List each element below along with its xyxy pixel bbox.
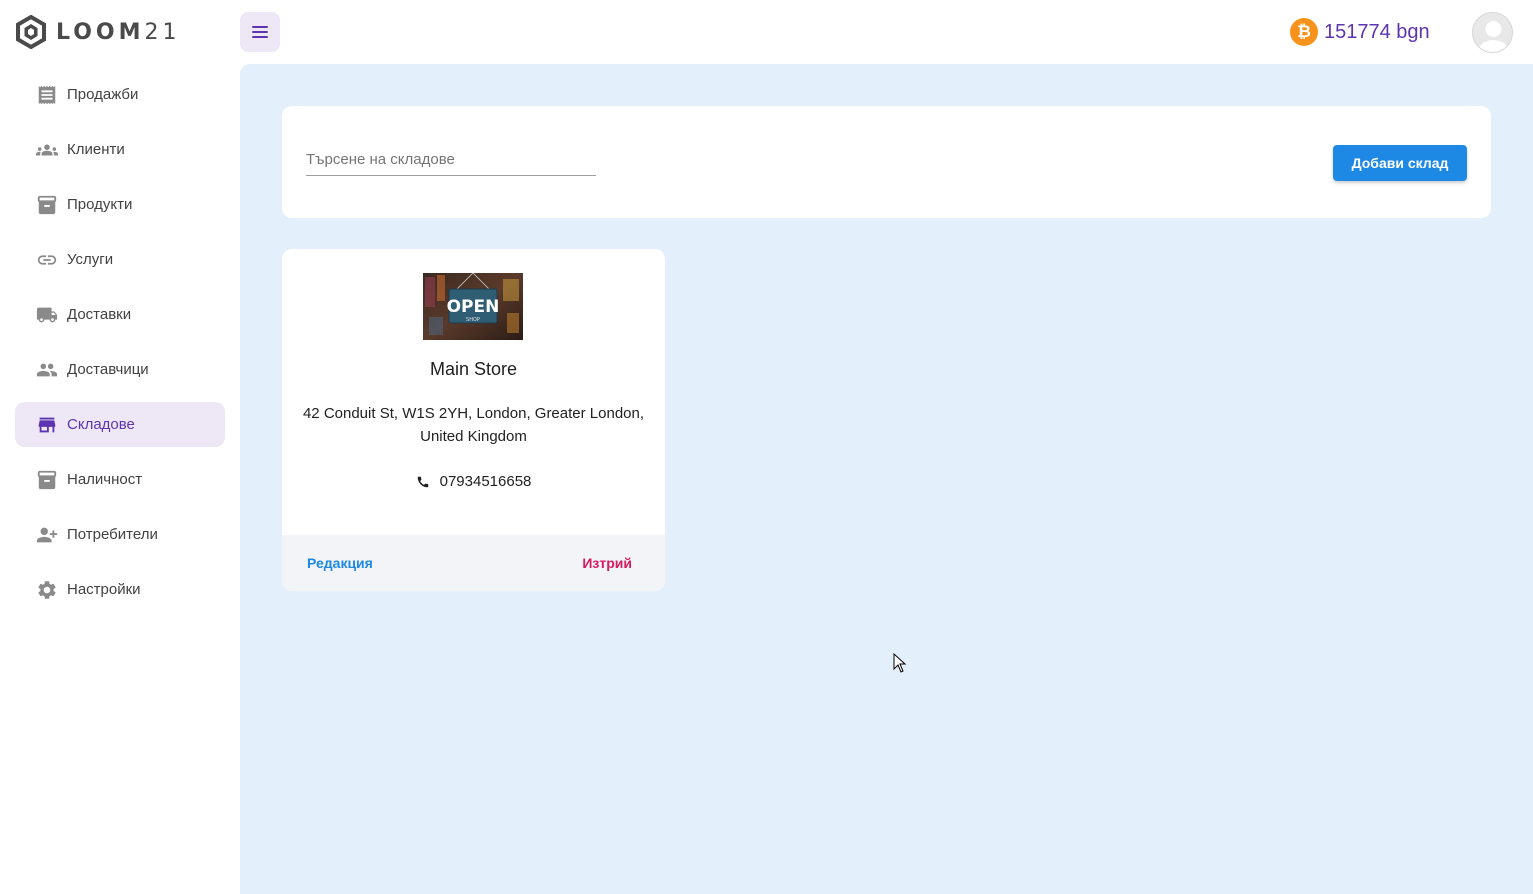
people-icon bbox=[35, 138, 59, 162]
logo[interactable]: LOOM21 bbox=[14, 14, 181, 50]
card-footer: Редакция Изтрий bbox=[282, 535, 665, 591]
sidebar-item-users[interactable]: Потребители bbox=[15, 512, 225, 557]
sidebar-item-inventory[interactable]: Наличност bbox=[15, 457, 225, 502]
group-icon bbox=[35, 358, 59, 382]
logo-text: LOOM21 bbox=[56, 19, 181, 45]
bitcoin-icon: ₿ bbox=[1290, 18, 1318, 46]
hamburger-icon bbox=[252, 26, 268, 38]
sidebar-item-label: Продажби bbox=[67, 86, 139, 103]
link-icon bbox=[35, 248, 59, 272]
sidebar-item-label: Услуги bbox=[67, 251, 114, 268]
sidebar-item-label: Складове bbox=[67, 416, 135, 433]
sidebar-item-deliveries[interactable]: Доставки bbox=[15, 292, 225, 337]
phone-icon bbox=[417, 476, 428, 487]
sidebar-item-suppliers[interactable]: Доставчици bbox=[15, 347, 225, 392]
user-avatar-icon bbox=[1473, 13, 1512, 52]
sidebar-item-label: Потребители bbox=[67, 526, 158, 543]
balance-amount: 151774 bgn bbox=[1324, 20, 1430, 43]
balance-display: ₿ 151774 bgn bbox=[1290, 17, 1430, 47]
inventory-icon bbox=[35, 468, 59, 492]
truck-icon bbox=[35, 303, 59, 327]
warehouse-phone: 07934516658 bbox=[282, 473, 665, 490]
sidebar-item-label: Продукти bbox=[67, 196, 133, 213]
avatar[interactable] bbox=[1472, 12, 1513, 53]
search-card: Добави склад bbox=[282, 106, 1491, 218]
sidebar-item-clients[interactable]: Клиенти bbox=[15, 127, 225, 172]
warehouse-address: 42 Conduit St, W1S 2YH, London, Greater … bbox=[302, 405, 645, 445]
store-icon bbox=[35, 413, 59, 437]
main-content: Добави склад OPEN SHOP Main Store 4 bbox=[240, 64, 1533, 894]
store-image: OPEN SHOP bbox=[423, 273, 523, 340]
sidebar-item-services[interactable]: Услуги bbox=[15, 237, 225, 282]
gear-icon bbox=[35, 578, 59, 602]
archive-icon bbox=[35, 193, 59, 217]
sidebar: LOOM21 Продажби Клиенти Продукти Услуги … bbox=[0, 0, 240, 894]
search-input[interactable] bbox=[306, 144, 596, 176]
sidebar-item-settings[interactable]: Настройки bbox=[15, 567, 225, 612]
store-image-sign-text: OPEN bbox=[447, 297, 500, 317]
sidebar-item-label: Настройки bbox=[67, 581, 141, 598]
mouse-cursor-icon bbox=[893, 653, 907, 673]
sidebar-item-products[interactable]: Продукти bbox=[15, 182, 225, 227]
logo-icon bbox=[16, 15, 46, 49]
menu-toggle-button[interactable] bbox=[240, 12, 280, 52]
warehouse-card: OPEN SHOP Main Store 42 Conduit St, W1S … bbox=[282, 249, 665, 591]
store-image-sign-subtext: SHOP bbox=[466, 317, 480, 323]
sidebar-item-label: Доставчици bbox=[67, 361, 149, 378]
add-warehouse-button[interactable]: Добави склад bbox=[1333, 145, 1467, 181]
sidebar-item-sales[interactable]: Продажби bbox=[15, 72, 225, 117]
warehouse-name: Main Store bbox=[429, 359, 518, 379]
delete-button[interactable]: Изтрий bbox=[582, 555, 632, 571]
warehouse-phone-number: 07934516658 bbox=[439, 473, 532, 490]
sidebar-item-label: Наличност bbox=[67, 471, 143, 488]
sidebar-item-warehouses[interactable]: Складове bbox=[15, 402, 225, 447]
sidebar-nav: Продажби Клиенти Продукти Услуги Доставк… bbox=[15, 72, 225, 622]
sidebar-item-label: Клиенти bbox=[67, 141, 125, 158]
edit-button[interactable]: Редакция bbox=[307, 555, 373, 571]
sidebar-item-label: Доставки bbox=[67, 306, 132, 323]
receipt-icon bbox=[35, 83, 59, 107]
person-add-icon bbox=[35, 523, 59, 547]
